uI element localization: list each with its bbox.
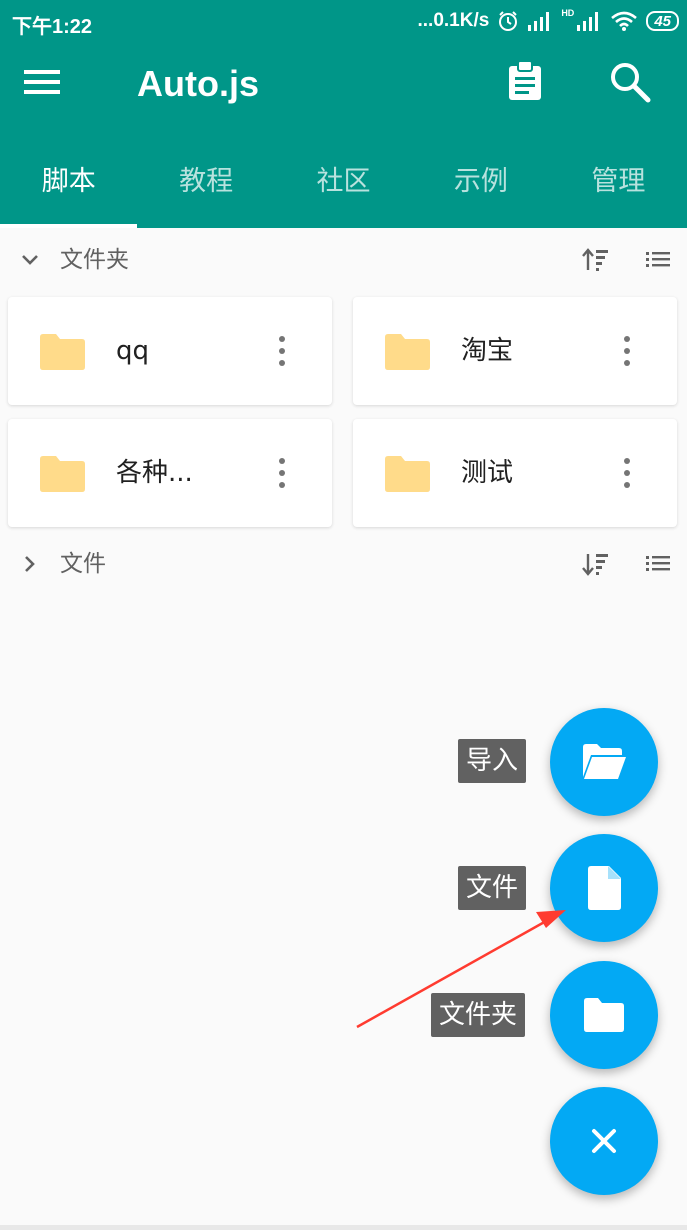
- battery-level: 45: [654, 12, 671, 30]
- wifi-icon: [611, 11, 638, 31]
- hamburger-menu-icon: [24, 70, 60, 94]
- search-icon: [611, 63, 651, 103]
- more-vert-icon[interactable]: [270, 451, 294, 495]
- close-fab[interactable]: [550, 1087, 658, 1195]
- close-icon: [592, 1129, 616, 1153]
- list-view-icon[interactable]: [645, 550, 671, 578]
- menu-button[interactable]: [22, 62, 82, 102]
- folder-icon: [40, 456, 85, 492]
- folder-icon: [385, 456, 430, 492]
- tab-tutorial[interactable]: 教程: [137, 156, 274, 228]
- folder-card[interactable]: 测试: [353, 419, 677, 527]
- status-bar: 下午1:22 ...0.1K/s HD 45: [0, 0, 687, 44]
- folders-section-label: 文件夹: [60, 247, 129, 273]
- file-icon: [588, 866, 621, 910]
- new-file-fab[interactable]: [550, 834, 658, 942]
- app-bar: Auto.js 脚本 教程 社区 示例 管理: [0, 44, 687, 228]
- tab-scripts[interactable]: 脚本: [0, 156, 138, 228]
- tab-bar: 脚本 教程 社区 示例 管理: [0, 156, 687, 228]
- sort-descending-icon[interactable]: [582, 550, 610, 578]
- clipboard-button[interactable]: [505, 60, 551, 106]
- import-fab[interactable]: [550, 708, 658, 816]
- files-section-label: 文件: [60, 551, 106, 577]
- clipboard-icon: [509, 60, 541, 100]
- folder-label[interactable]: 文件夹: [431, 993, 526, 1037]
- folder-icon: [584, 998, 624, 1032]
- signal-hd-icon: [577, 12, 599, 31]
- bottom-divider: [0, 1225, 687, 1230]
- battery-indicator: 45: [646, 11, 679, 31]
- list-view-icon[interactable]: [645, 246, 671, 274]
- more-vert-icon[interactable]: [615, 451, 639, 495]
- folders-section-header[interactable]: 文件夹: [0, 228, 687, 292]
- chevron-down-icon[interactable]: [18, 248, 42, 272]
- status-time: 下午1:22: [12, 16, 93, 38]
- folder-name: 测试: [461, 458, 514, 488]
- search-button[interactable]: [608, 60, 658, 106]
- status-indicators: ...0.1K/s HD 45: [417, 8, 679, 34]
- network-type-label: HD: [561, 8, 575, 18]
- chevron-right-icon[interactable]: [18, 552, 42, 576]
- folder-icon: [40, 334, 85, 370]
- folder-name: 淘宝: [461, 336, 514, 366]
- files-section-header[interactable]: 文件: [0, 532, 687, 596]
- folder-name: qq: [116, 336, 150, 366]
- folder-icon: [385, 334, 430, 370]
- tab-examples[interactable]: 示例: [412, 156, 549, 228]
- new-folder-fab[interactable]: [550, 961, 658, 1069]
- tab-community[interactable]: 社区: [275, 156, 412, 228]
- folder-name: 各种...: [116, 458, 193, 488]
- more-vert-icon[interactable]: [270, 329, 294, 373]
- signal-icon: [528, 12, 550, 31]
- more-vert-icon[interactable]: [615, 329, 639, 373]
- folder-card[interactable]: 淘宝: [353, 297, 677, 405]
- file-label[interactable]: 文件: [458, 866, 527, 910]
- alarm-icon: [499, 11, 518, 31]
- network-speed: ...0.1K/s: [417, 10, 490, 31]
- import-label[interactable]: 导入: [458, 739, 527, 783]
- folder-card[interactable]: 各种...: [8, 419, 332, 527]
- app-title: Auto.js: [137, 63, 259, 104]
- tab-manage[interactable]: 管理: [550, 156, 687, 228]
- folder-card[interactable]: qq: [8, 297, 332, 405]
- folder-open-icon: [583, 744, 626, 779]
- sort-ascending-icon[interactable]: [582, 246, 610, 274]
